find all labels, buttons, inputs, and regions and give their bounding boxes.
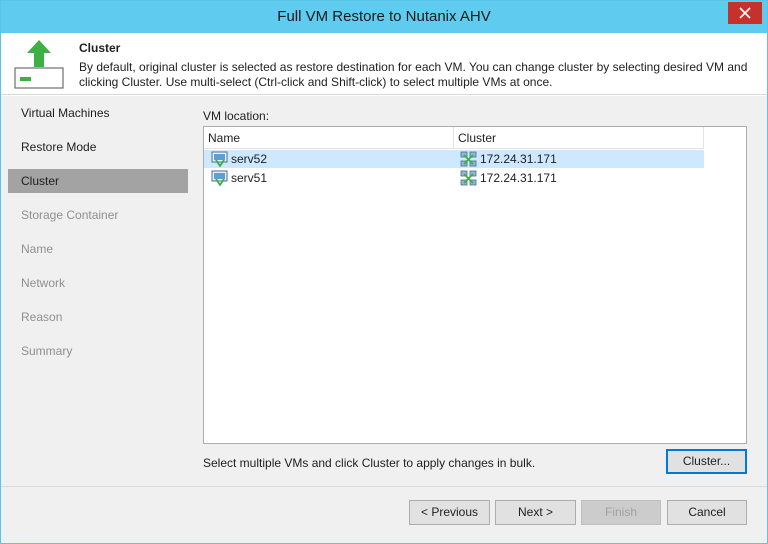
title-bar[interactable]: Full VM Restore to Nutanix AHV (1, 1, 767, 33)
vm-location-table[interactable]: Name Cluster serv52 172.24.31.171 serv51… (203, 126, 747, 444)
table-row[interactable]: serv51 172.24.31.171 (204, 169, 704, 187)
window-title: Full VM Restore to Nutanix AHV (277, 8, 491, 25)
bulk-hint-text: Select multiple VMs and click Cluster to… (203, 456, 536, 470)
cluster-address: 172.24.31.171 (480, 152, 557, 166)
table-row[interactable]: serv52 172.24.31.171 (204, 150, 704, 168)
next-button[interactable]: Next > (495, 500, 576, 525)
finish-button: Finish (581, 500, 661, 525)
nav-item-name: Name (21, 242, 54, 256)
wizard-window: Full VM Restore to Nutanix AHV Cluster B… (0, 0, 768, 544)
previous-button[interactable]: < Previous (409, 500, 490, 525)
step-description: By default, original cluster is selected… (79, 60, 748, 89)
vm-name: serv52 (231, 152, 268, 166)
vm-location-label: VM location: (203, 109, 270, 123)
wizard-steps-nav: Virtual Machines Restore Mode Cluster St… (8, 101, 188, 373)
nav-item-storage-container: Storage Container (21, 208, 119, 222)
table-header: Name Cluster (204, 127, 704, 149)
vm-icon (211, 151, 228, 167)
close-icon (739, 7, 751, 19)
cluster-button[interactable]: Cluster... (666, 449, 747, 474)
wizard-footer: < Previous Next > Finish Cancel (1, 486, 767, 543)
nav-item-network: Network (21, 276, 66, 290)
vm-icon (211, 170, 228, 186)
nav-item-summary: Summary (21, 344, 73, 358)
cluster-address: 172.24.31.171 (480, 171, 557, 185)
step-title: Cluster (79, 41, 121, 55)
vm-name: serv51 (231, 171, 268, 185)
nav-item-cluster[interactable]: Cluster (8, 169, 188, 193)
step-header: Cluster By default, original cluster is … (1, 33, 767, 95)
wizard-body: Virtual Machines Restore Mode Cluster St… (1, 96, 767, 486)
cluster-icon (460, 170, 477, 186)
close-button[interactable] (728, 2, 762, 24)
nav-item-reason: Reason (21, 310, 63, 324)
column-header-name[interactable]: Name (204, 127, 454, 149)
nav-item-virtual-machines[interactable]: Virtual Machines (8, 101, 188, 125)
nav-item-restore-mode[interactable]: Restore Mode (8, 135, 188, 159)
cluster-icon (460, 151, 477, 167)
column-header-cluster[interactable]: Cluster (454, 127, 704, 149)
cancel-button[interactable]: Cancel (667, 500, 747, 525)
restore-arrow-icon (14, 40, 64, 89)
